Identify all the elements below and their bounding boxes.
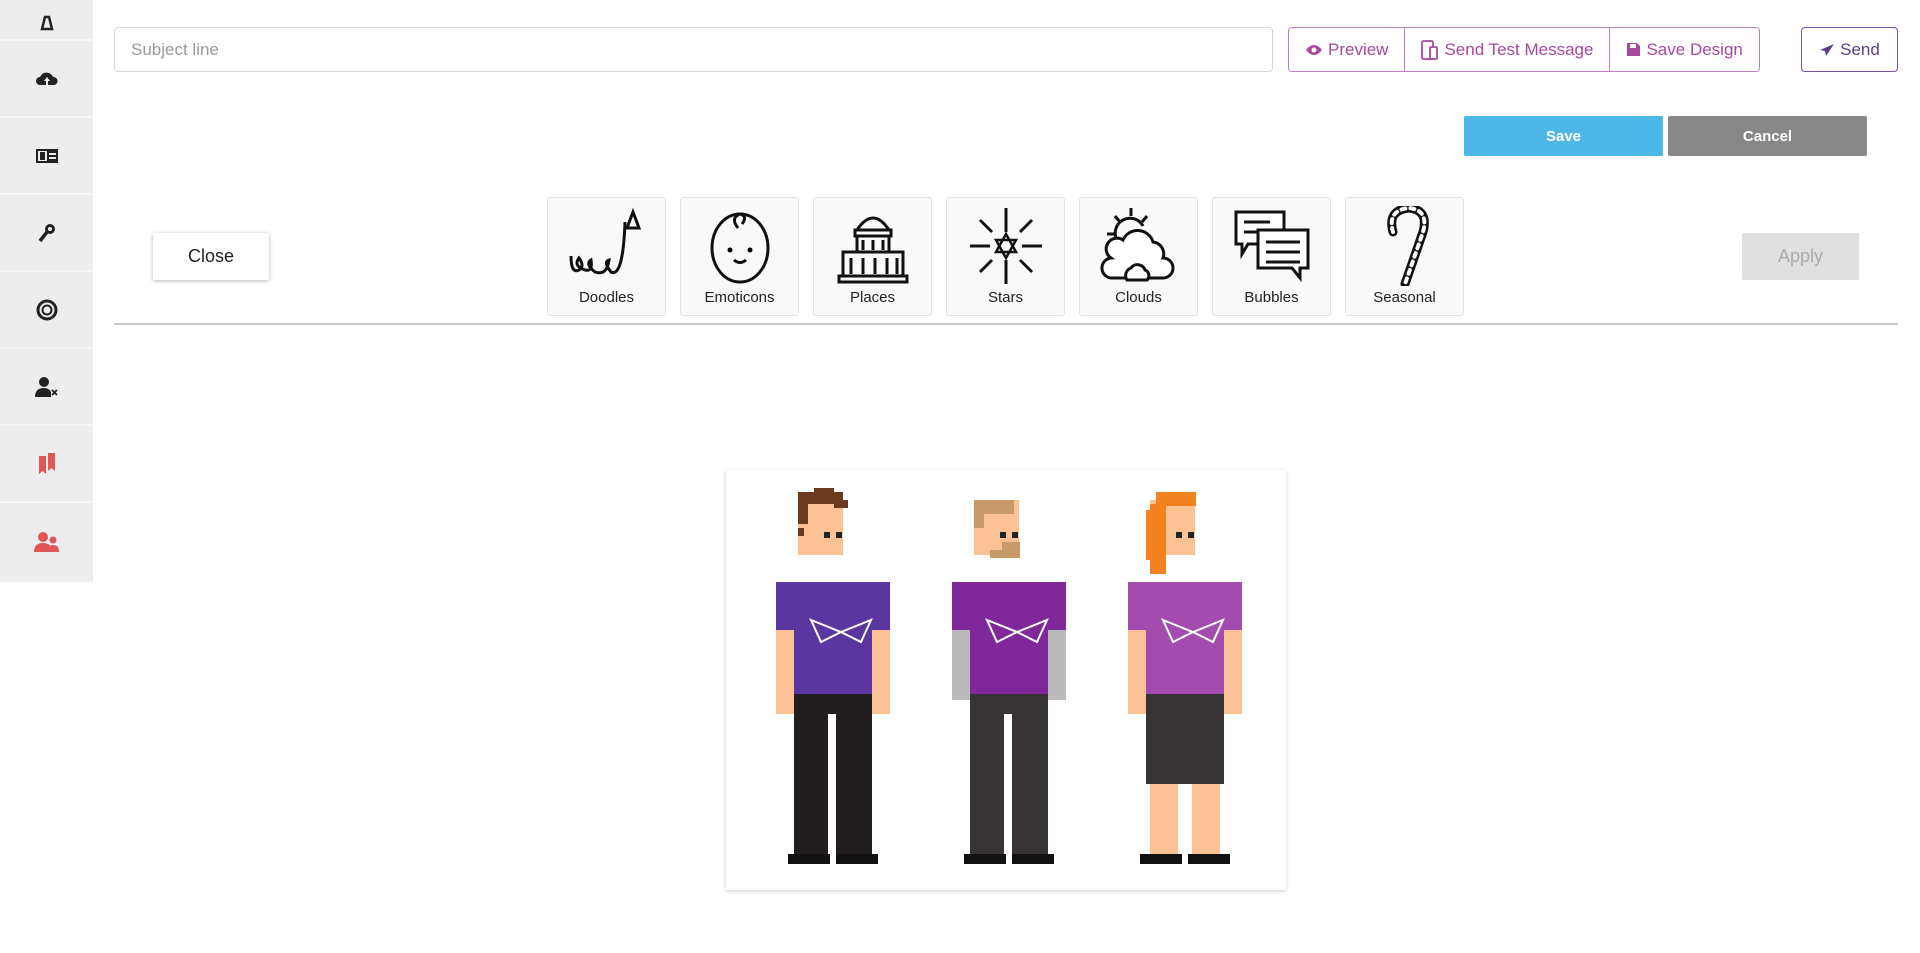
category-bubbles[interactable]: Bubbles: [1212, 197, 1331, 316]
preview-label: Preview: [1328, 39, 1389, 59]
sidebar-item-help[interactable]: [0, 273, 93, 349]
eye-icon: [1306, 44, 1322, 55]
doodle-arrow-icon: [569, 207, 641, 275]
category-places[interactable]: Places: [813, 197, 932, 316]
pixel-people-illustration: [776, 488, 1242, 864]
category-label: Stars: [987, 289, 1023, 306]
life-ring-icon: [36, 299, 57, 321]
category-label: Bubbles: [1244, 289, 1299, 306]
category-seasonal[interactable]: Seasonal: [1345, 197, 1464, 316]
sidebar-item-bookmarks[interactable]: [0, 427, 93, 503]
speech-bubbles-icon: [1234, 210, 1309, 283]
subject-line-input[interactable]: [114, 27, 1273, 72]
users-icon: [33, 532, 59, 552]
toolbar-divider: [114, 323, 1898, 325]
category-stars[interactable]: Stars: [946, 197, 1065, 316]
devices-icon: [1421, 39, 1439, 60]
canvas-image[interactable]: [726, 470, 1286, 890]
message-actions: Preview Send Test Message Save Design: [1288, 27, 1760, 72]
category-label: Places: [849, 289, 896, 306]
send-button[interactable]: Send: [1801, 27, 1898, 72]
key-icon: [38, 224, 55, 243]
sidebar-item-contacts[interactable]: [0, 119, 93, 195]
category-label: Emoticons: [704, 289, 775, 306]
star-burst-icon: [969, 208, 1042, 284]
category-doodles[interactable]: Doodles: [547, 197, 666, 316]
id-card-icon: [35, 149, 58, 163]
category-clouds[interactable]: Clouds: [1079, 197, 1198, 316]
floppy-disk-icon: [1627, 43, 1641, 56]
send-test-message-button[interactable]: Send Test Message: [1405, 28, 1611, 71]
sidebar-item-keys[interactable]: [0, 196, 93, 272]
sidebar-item-unsubscribe[interactable]: [0, 350, 93, 426]
send-test-label: Send Test Message: [1444, 39, 1594, 59]
category-label: Clouds: [1115, 289, 1162, 306]
apply-button[interactable]: Apply: [1742, 233, 1859, 280]
baby-face-icon: [710, 212, 769, 284]
sidebar-item-upload[interactable]: [0, 42, 93, 118]
bookmarks-icon: [38, 453, 55, 474]
close-button[interactable]: Close: [153, 233, 269, 280]
save-design-button[interactable]: Save Design: [1610, 28, 1759, 71]
user-bell-icon: [39, 15, 54, 31]
category-label: Doodles: [578, 289, 635, 306]
save-design-label: Save Design: [1646, 39, 1743, 59]
cancel-button[interactable]: Cancel: [1668, 116, 1867, 156]
cloud-upload-icon: [35, 72, 58, 85]
sun-cloud-icon: [1100, 208, 1174, 282]
user-remove-icon: [34, 377, 58, 397]
capitol-building-icon: [837, 216, 908, 284]
paper-plane-icon: [1820, 43, 1835, 56]
sidebar-item-notifications[interactable]: [0, 0, 93, 41]
save-button[interactable]: Save: [1464, 116, 1663, 156]
category-emoticons[interactable]: Emoticons: [680, 197, 799, 316]
preview-button[interactable]: Preview: [1289, 28, 1406, 71]
sidebar: [0, 0, 93, 582]
sidebar-item-groups[interactable]: [0, 504, 93, 580]
send-label: Send: [1840, 39, 1880, 59]
candy-cane-icon: [1386, 206, 1429, 286]
category-label: Seasonal: [1373, 289, 1436, 306]
